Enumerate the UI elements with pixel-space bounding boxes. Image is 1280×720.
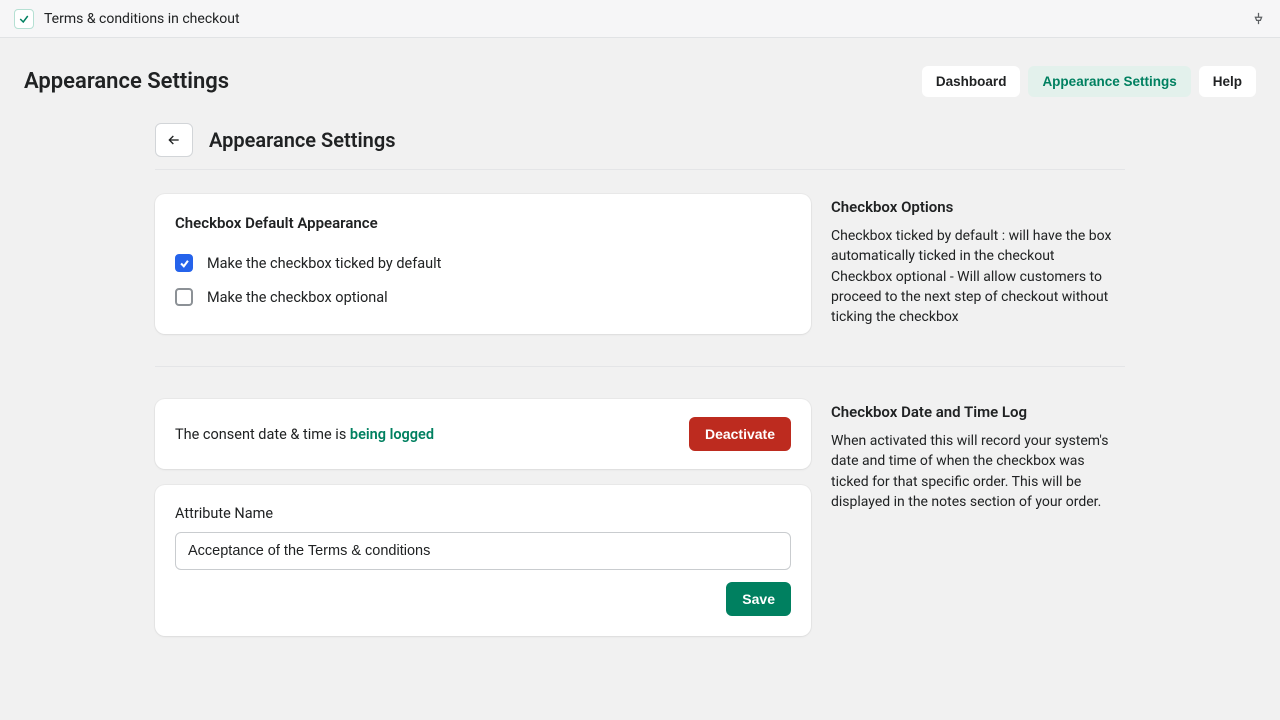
save-button[interactable]: Save bbox=[726, 582, 791, 616]
tab-dashboard[interactable]: Dashboard bbox=[922, 66, 1021, 97]
side1-title: Checkbox Options bbox=[831, 198, 1119, 216]
consent-status-text: The consent date & time is being logged bbox=[175, 426, 434, 443]
divider bbox=[155, 366, 1125, 367]
consent-log-card: The consent date & time is being logged … bbox=[155, 399, 811, 469]
side2-title: Checkbox Date and Time Log bbox=[831, 403, 1119, 421]
consent-status: being logged bbox=[350, 426, 434, 443]
attribute-name-label: Attribute Name bbox=[175, 505, 791, 522]
page-heading: Appearance Settings bbox=[155, 117, 1125, 170]
side2-body: When activated this will record your sys… bbox=[831, 431, 1119, 512]
option-ticked-default[interactable]: Make the checkbox ticked by default bbox=[175, 246, 791, 280]
checkbox-optional[interactable] bbox=[175, 288, 193, 306]
app-icon bbox=[14, 9, 34, 29]
page-title: Appearance Settings bbox=[24, 69, 229, 94]
side1-body: Checkbox ticked by default : will have t… bbox=[831, 226, 1119, 327]
tab-help[interactable]: Help bbox=[1199, 66, 1256, 97]
tab-appearance[interactable]: Appearance Settings bbox=[1028, 66, 1190, 97]
checkbox-appearance-card: Checkbox Default Appearance Make the che… bbox=[155, 194, 811, 334]
app-name: Terms & conditions in checkout bbox=[44, 11, 240, 27]
option-optional[interactable]: Make the checkbox optional bbox=[175, 280, 791, 314]
checkbox-ticked-default[interactable] bbox=[175, 254, 193, 272]
checkbox-card-title: Checkbox Default Appearance bbox=[175, 214, 791, 232]
tabs: Dashboard Appearance Settings Help bbox=[922, 66, 1256, 97]
option-ticked-default-label: Make the checkbox ticked by default bbox=[207, 255, 441, 272]
side-checkbox-options: Checkbox Options Checkbox ticked by defa… bbox=[829, 194, 1125, 327]
pin-icon[interactable] bbox=[1248, 9, 1268, 29]
attribute-name-input[interactable] bbox=[175, 532, 791, 570]
side-date-time-log: Checkbox Date and Time Log When activate… bbox=[829, 399, 1125, 512]
option-optional-label: Make the checkbox optional bbox=[207, 289, 388, 306]
page-subtitle: Appearance Settings bbox=[209, 128, 395, 152]
back-button[interactable] bbox=[155, 123, 193, 157]
page-header: Appearance Settings Dashboard Appearance… bbox=[0, 38, 1280, 117]
deactivate-button[interactable]: Deactivate bbox=[689, 417, 791, 451]
topbar: Terms & conditions in checkout bbox=[0, 0, 1280, 38]
attribute-name-card: Attribute Name Save bbox=[155, 485, 811, 636]
